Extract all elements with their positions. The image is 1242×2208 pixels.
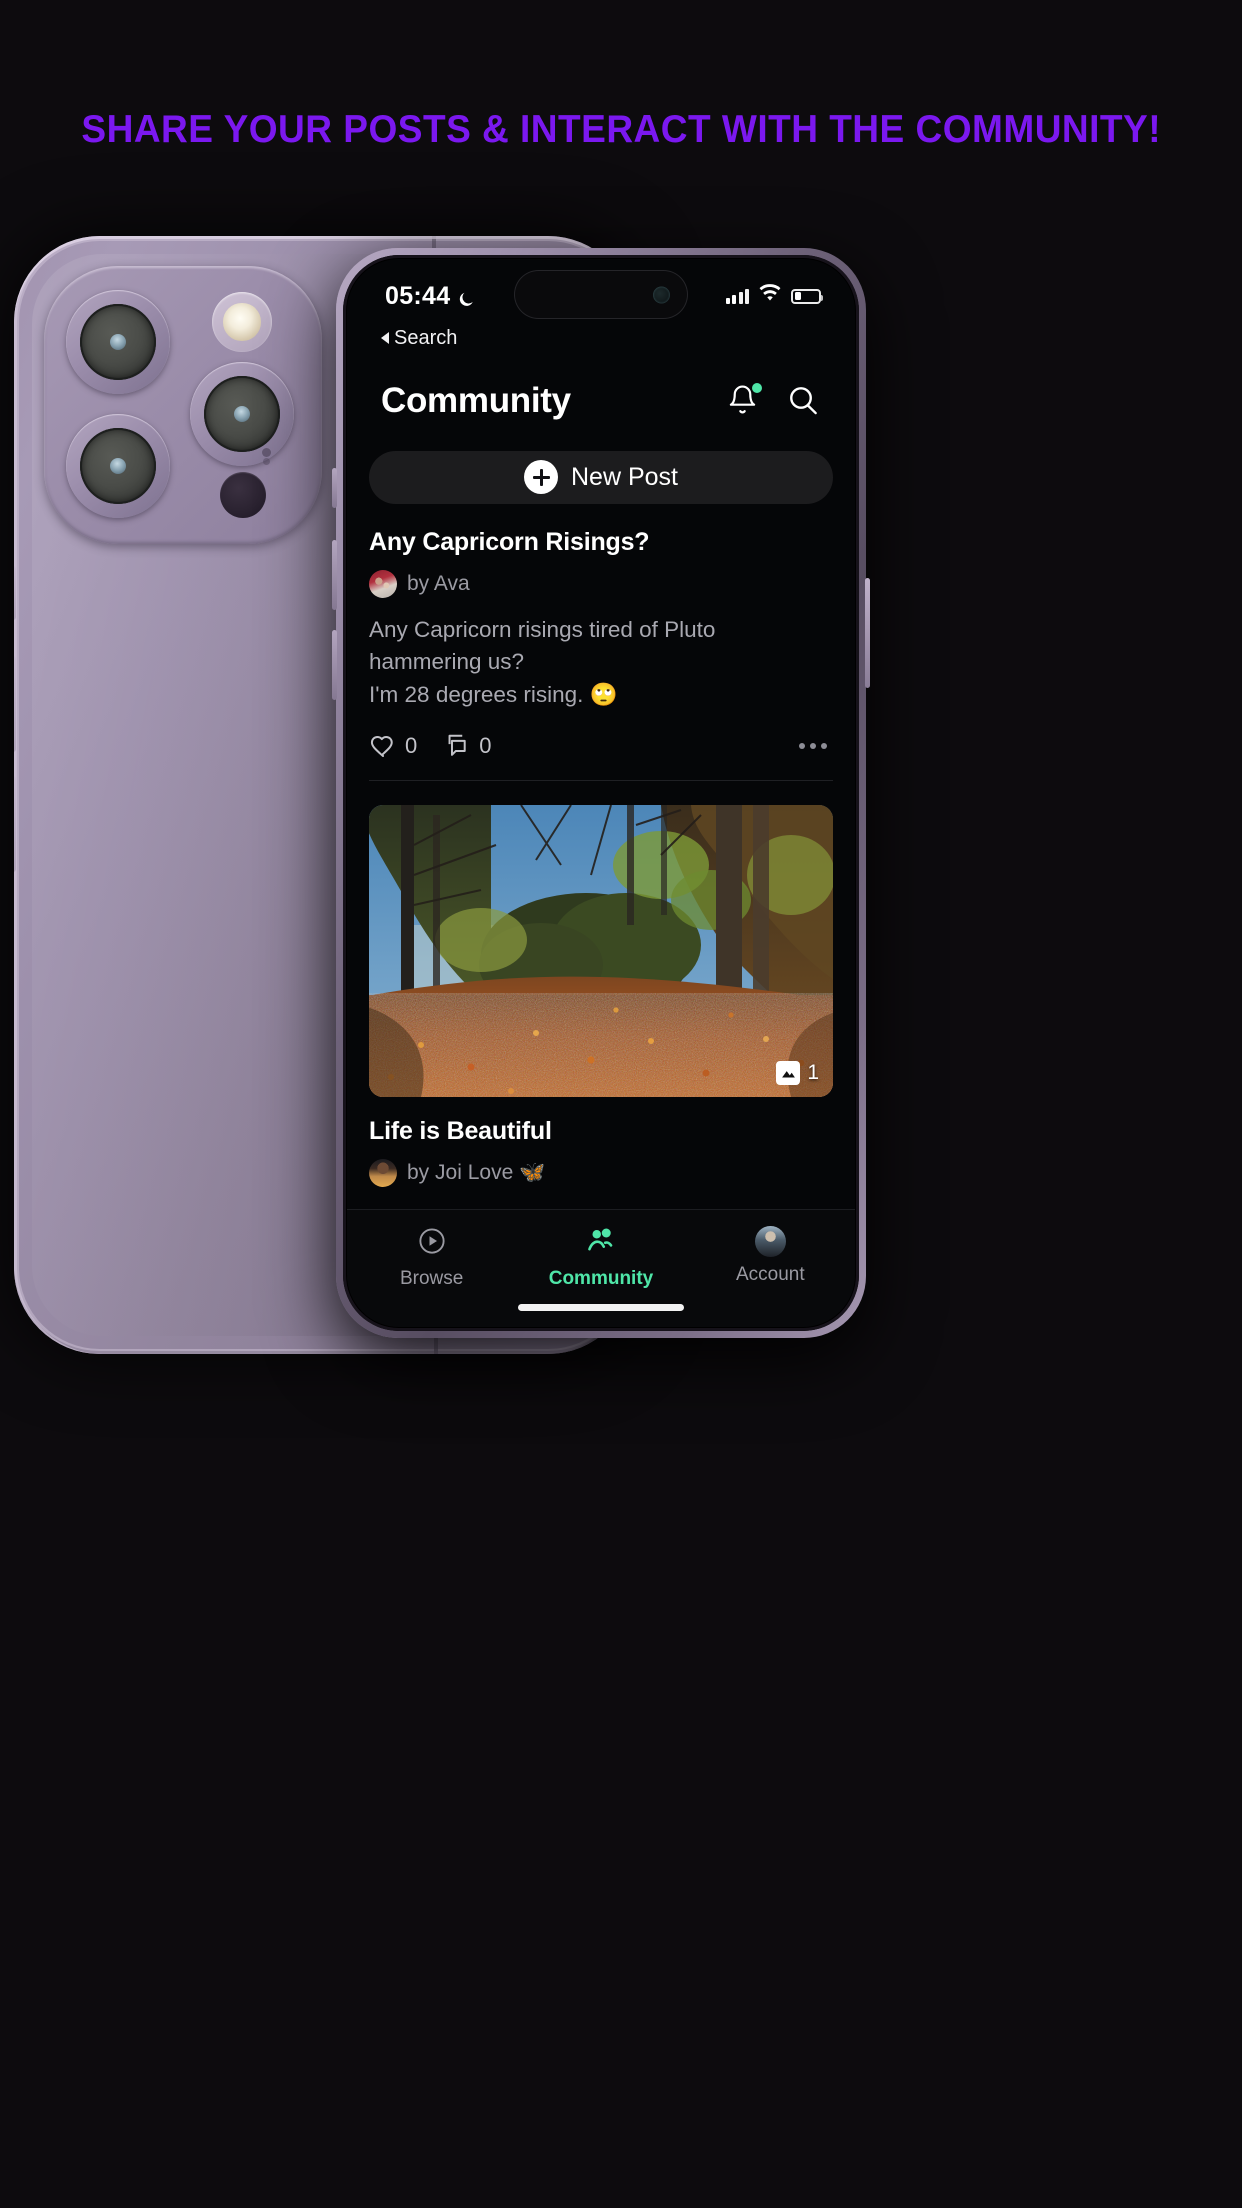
app-header: Community	[347, 355, 855, 447]
mute-switch-front	[332, 468, 337, 508]
post-author[interactable]: by Joi Love 🦋	[369, 1158, 833, 1187]
tab-label: Browse	[399, 1268, 464, 1289]
status-bar: 05:44	[347, 259, 855, 327]
post-author[interactable]: by Ava	[369, 569, 833, 598]
front-camera-icon	[653, 286, 670, 303]
post-actions: 0 0	[369, 732, 833, 764]
volume-down-button	[14, 776, 16, 872]
post-card[interactable]: Any Capricorn Risings? by Ava Any Capric…	[347, 504, 855, 781]
dynamic-island	[514, 270, 688, 319]
phone-mockup-front: 05:44 Search Community New Post Any Capr…	[332, 248, 870, 1338]
tab-label: Account	[735, 1264, 805, 1285]
community-feed[interactable]: Any Capricorn Risings? by Ava Any Capric…	[347, 504, 855, 1209]
status-indicators	[725, 284, 823, 308]
volume-down-button-front	[332, 630, 337, 700]
microphone-dot	[262, 448, 271, 457]
tab-community[interactable]: Community	[516, 1226, 685, 1290]
promo-headline-banner: SHARE YOUR POSTS & INTERACT WITH THE COM…	[0, 0, 1242, 230]
comment-bubbles-icon	[448, 734, 466, 756]
play-circle-icon	[417, 1226, 447, 1261]
avatar	[369, 1158, 397, 1187]
cellular-bars-icon	[725, 288, 749, 304]
plus-circle-icon	[524, 460, 558, 495]
status-clock: 05:44	[385, 281, 451, 310]
camera-lens-telephoto	[190, 362, 294, 466]
post-card[interactable]: 1 Life is Beautiful by Joi Love 🦋 Some L…	[347, 781, 855, 1209]
lidar-sensor	[220, 472, 266, 518]
post-body-line: Any Capricorn risings tired of Pluto ham…	[369, 616, 716, 675]
moon-icon	[457, 287, 475, 306]
avatar-icon	[754, 1226, 786, 1257]
power-button	[865, 578, 870, 688]
post-body-line: I'm 28 degrees rising. 🙄	[369, 682, 618, 708]
heart-icon	[370, 735, 393, 757]
camera-lens-wide	[66, 290, 170, 394]
comment-button[interactable]: 0	[443, 732, 492, 760]
tab-account[interactable]: Account	[686, 1226, 855, 1286]
notification-badge-dot	[752, 383, 762, 393]
header-actions	[727, 383, 821, 418]
tab-label: Community	[548, 1268, 654, 1289]
people-icon	[586, 1226, 616, 1261]
forest-photo	[369, 804, 833, 1097]
new-post-label: New Post	[571, 462, 678, 491]
back-triangle-icon	[381, 332, 389, 344]
bell-icon[interactable]	[727, 383, 762, 418]
photo-count: 1	[807, 1060, 819, 1084]
post-title: Life is Beautiful	[369, 1116, 552, 1145]
home-indicator	[518, 1304, 684, 1311]
like-button[interactable]: 0	[369, 732, 417, 760]
phone-screen: 05:44 Search Community New Post Any Capr…	[347, 259, 855, 1327]
volume-up-button-front	[332, 540, 337, 610]
tab-browse[interactable]: Browse	[347, 1226, 516, 1290]
battery-low-icon	[791, 288, 823, 304]
status-time-group: 05:44	[385, 282, 475, 311]
post-body: Any Capricorn risings tired of Pluto ham…	[369, 614, 833, 712]
phone-bezel: 05:44 Search Community New Post Any Capr…	[343, 255, 859, 1331]
post-title: Any Capricorn Risings?	[369, 527, 650, 556]
search-icon[interactable]	[787, 384, 821, 418]
avatar	[369, 569, 397, 598]
post-author-label: by Ava	[407, 571, 470, 595]
like-count: 0	[405, 732, 418, 758]
photo-stack-icon	[776, 1060, 801, 1085]
back-label: Search	[394, 326, 458, 349]
camera-flash-icon	[212, 292, 272, 352]
wifi-icon	[758, 284, 782, 308]
photo-count-badge: 1	[776, 1060, 819, 1085]
camera-plateau	[44, 266, 322, 544]
more-dots-icon[interactable]	[799, 742, 833, 749]
mute-switch	[14, 566, 16, 620]
promo-headline-text: SHARE YOUR POSTS & INTERACT WITH THE COM…	[81, 108, 1161, 151]
post-author-label: by Joi Love 🦋	[407, 1160, 546, 1184]
new-post-button[interactable]: New Post	[369, 451, 833, 504]
page-title: Community	[381, 381, 571, 420]
comment-count: 0	[479, 732, 492, 758]
camera-lens-ultrawide	[66, 414, 170, 518]
volume-up-button	[14, 656, 16, 752]
post-photo[interactable]: 1	[369, 804, 833, 1097]
